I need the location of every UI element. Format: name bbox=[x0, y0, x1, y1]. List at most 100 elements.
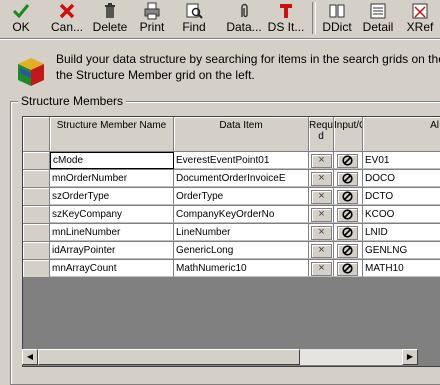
trash-icon bbox=[105, 3, 115, 18]
io-toggle[interactable] bbox=[337, 244, 358, 258]
ds-item-button[interactable]: DS It... bbox=[264, 1, 308, 35]
table-row[interactable]: cMode EverestEventPoint01 × EV01 bbox=[23, 152, 440, 170]
ddict-button[interactable]: DDict bbox=[318, 1, 356, 35]
row-selector[interactable] bbox=[23, 242, 50, 260]
alias-cell[interactable]: KCOO bbox=[363, 206, 440, 223]
alias-cell[interactable]: EV01 bbox=[363, 152, 440, 169]
column-header-required[interactable]: Require d bbox=[309, 117, 334, 152]
row-selector[interactable] bbox=[23, 206, 50, 224]
required-cell[interactable]: × bbox=[309, 242, 334, 259]
toolbar-separator bbox=[312, 2, 316, 34]
no-symbol-icon bbox=[342, 263, 353, 274]
io-toggle[interactable] bbox=[337, 226, 358, 240]
required-toggle[interactable]: × bbox=[311, 172, 332, 186]
no-symbol-icon bbox=[342, 227, 353, 238]
column-header-io[interactable]: Input/Output/I bbox=[334, 117, 363, 152]
table-row[interactable]: mnArrayCount MathNumeric10 × MATH10 bbox=[23, 260, 440, 278]
data-item-cell[interactable]: GenericLong bbox=[174, 242, 309, 259]
data-item-cell[interactable]: DocumentOrderInvoiceE bbox=[174, 170, 309, 187]
row-selector[interactable] bbox=[23, 188, 50, 206]
table-row[interactable]: idArrayPointer GenericLong × GENLNG bbox=[23, 242, 440, 260]
xref-button[interactable]: XRef bbox=[400, 1, 440, 35]
data-item-cell[interactable]: CompanyKeyOrderNo bbox=[174, 206, 309, 223]
row-selector[interactable] bbox=[23, 224, 50, 242]
row-selector[interactable] bbox=[23, 152, 50, 170]
scroll-right-button[interactable]: ▶ bbox=[402, 349, 418, 365]
data-button[interactable]: Data... bbox=[222, 1, 266, 35]
io-cell[interactable] bbox=[334, 242, 363, 259]
print-button[interactable]: Print bbox=[134, 1, 170, 35]
alias-cell[interactable]: DOCO bbox=[363, 170, 440, 187]
alias-cell[interactable]: DCTO bbox=[363, 188, 440, 205]
io-toggle[interactable] bbox=[337, 154, 358, 168]
column-header-member[interactable]: Structure Member Name bbox=[50, 117, 174, 152]
detail-icon bbox=[370, 3, 386, 19]
no-symbol-icon bbox=[342, 155, 353, 166]
structure-members-grid: Structure Member Name Data Item Require … bbox=[22, 116, 440, 367]
member-name-cell[interactable]: mnLineNumber bbox=[50, 224, 174, 241]
required-toggle[interactable]: × bbox=[311, 262, 332, 276]
ddict-icon bbox=[329, 4, 345, 18]
required-cell[interactable]: × bbox=[309, 188, 334, 205]
table-row[interactable]: mnLineNumber LineNumber × LNID bbox=[23, 224, 440, 242]
table-row[interactable]: szOrderType OrderType × DCTO bbox=[23, 188, 440, 206]
table-row[interactable]: szKeyCompany CompanyKeyOrderNo × KCOO bbox=[23, 206, 440, 224]
required-toggle[interactable]: × bbox=[311, 226, 332, 240]
alias-cell[interactable]: LNID bbox=[363, 224, 440, 241]
required-cell[interactable]: × bbox=[309, 152, 334, 169]
data-item-cell[interactable]: EverestEventPoint01 bbox=[174, 152, 309, 169]
member-name-cell[interactable]: idArrayPointer bbox=[50, 242, 174, 259]
io-toggle[interactable] bbox=[337, 208, 358, 222]
io-cell[interactable] bbox=[334, 224, 363, 241]
required-toggle[interactable]: × bbox=[311, 208, 332, 222]
member-name-cell[interactable]: szOrderType bbox=[50, 188, 174, 205]
info-text: Build your data structure by searching f… bbox=[56, 51, 440, 83]
scroll-left-button[interactable]: ◀ bbox=[22, 349, 38, 365]
required-toggle[interactable]: × bbox=[311, 244, 332, 258]
no-symbol-icon bbox=[342, 209, 353, 220]
row-selector[interactable] bbox=[23, 260, 50, 278]
ds-item-icon bbox=[280, 4, 292, 18]
required-cell[interactable]: × bbox=[309, 260, 334, 277]
group-title: Structure Members bbox=[18, 94, 127, 108]
column-header-item[interactable]: Data Item bbox=[174, 117, 309, 152]
column-header-alias[interactable]: Al bbox=[363, 117, 440, 152]
data-item-cell[interactable]: LineNumber bbox=[174, 224, 309, 241]
io-cell[interactable] bbox=[334, 152, 363, 169]
data-item-cell[interactable]: MathNumeric10 bbox=[174, 260, 309, 277]
required-cell[interactable]: × bbox=[309, 206, 334, 223]
alias-cell[interactable]: GENLNG bbox=[363, 242, 440, 259]
horizontal-scrollbar[interactable]: ◀ ▶ bbox=[22, 349, 418, 365]
find-icon bbox=[186, 3, 203, 19]
required-cell[interactable]: × bbox=[309, 224, 334, 241]
member-name-cell[interactable]: cMode bbox=[50, 152, 174, 169]
detail-button[interactable]: Detail bbox=[360, 1, 396, 35]
io-cell[interactable] bbox=[334, 260, 363, 277]
scroll-thumb[interactable] bbox=[38, 349, 300, 365]
member-name-cell[interactable]: mnArrayCount bbox=[50, 260, 174, 277]
io-toggle[interactable] bbox=[337, 190, 358, 204]
cancel-button[interactable]: Can... bbox=[48, 1, 86, 35]
data-item-cell[interactable]: OrderType bbox=[174, 188, 309, 205]
required-cell[interactable]: × bbox=[309, 170, 334, 187]
ok-button[interactable]: OK bbox=[4, 1, 38, 35]
required-toggle[interactable]: × bbox=[311, 154, 332, 168]
table-row[interactable]: mnOrderNumber DocumentOrderInvoiceE × DOCO bbox=[23, 170, 440, 188]
io-toggle[interactable] bbox=[337, 172, 358, 186]
alias-cell[interactable]: MATH10 bbox=[363, 260, 440, 277]
io-cell[interactable] bbox=[334, 170, 363, 187]
no-symbol-icon bbox=[342, 191, 353, 202]
paperclip-icon bbox=[241, 3, 248, 18]
member-name-cell[interactable]: szKeyCompany bbox=[50, 206, 174, 223]
row-selector[interactable] bbox=[23, 170, 50, 188]
delete-button[interactable]: Delete bbox=[88, 1, 132, 35]
io-toggle[interactable] bbox=[337, 262, 358, 276]
io-cell[interactable] bbox=[334, 206, 363, 223]
required-toggle[interactable]: × bbox=[311, 190, 332, 204]
find-button[interactable]: Find bbox=[176, 1, 212, 35]
row-selector-header[interactable] bbox=[23, 117, 50, 152]
no-symbol-icon bbox=[342, 173, 353, 184]
info-line-1: Build your data structure by searching f… bbox=[56, 52, 440, 66]
member-name-cell[interactable]: mnOrderNumber bbox=[50, 170, 174, 187]
io-cell[interactable] bbox=[334, 188, 363, 205]
